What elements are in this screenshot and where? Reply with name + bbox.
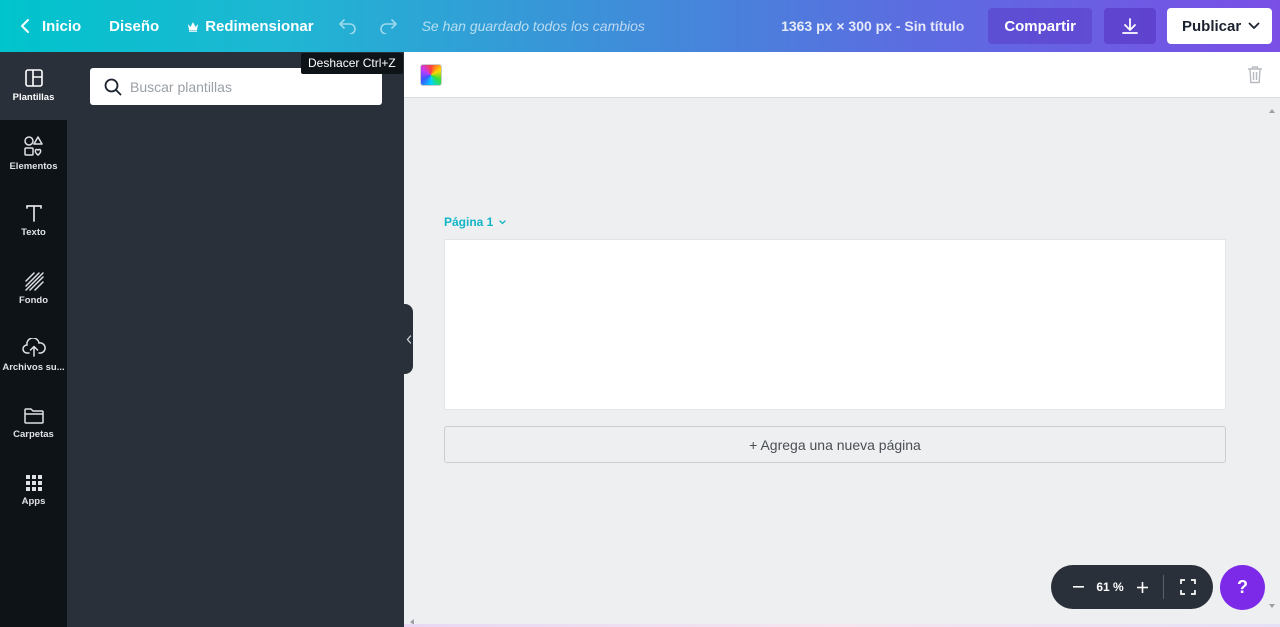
undo-tooltip: Deshacer Ctrl+Z	[301, 53, 403, 74]
undo-icon	[338, 19, 356, 34]
share-button[interactable]: Compartir	[988, 8, 1092, 44]
rail-item-apps[interactable]: Apps	[0, 457, 67, 525]
scroll-up-arrow[interactable]	[1268, 101, 1276, 119]
rail-label-text: Texto	[21, 227, 46, 239]
fullscreen-icon	[1180, 579, 1196, 595]
apps-icon	[25, 475, 42, 492]
rail-item-background[interactable]: Fondo	[0, 255, 67, 323]
left-rail: Plantillas Elementos Texto Fondo Archivo…	[0, 52, 67, 627]
folder-icon	[23, 408, 44, 424]
search-icon	[104, 78, 122, 95]
rail-label-templates: Plantillas	[12, 92, 55, 104]
upload-icon	[21, 338, 46, 357]
rail-item-folders[interactable]: Carpetas	[0, 390, 67, 458]
zoom-in-button[interactable]	[1129, 574, 1155, 600]
chevron-down-icon	[499, 219, 507, 224]
triangle-up-icon	[1269, 109, 1275, 113]
zoom-level[interactable]: 61 %	[1091, 580, 1129, 594]
document-info[interactable]: 1363 px × 300 px - Sin título	[781, 18, 964, 34]
top-bar: Inicio Diseño Redimensionar Se han guard…	[0, 0, 1280, 52]
templates-panel	[67, 52, 404, 627]
help-button[interactable]: ?	[1220, 565, 1265, 610]
editor-toolbar	[404, 52, 1280, 98]
rail-item-templates[interactable]: Plantillas	[0, 52, 67, 120]
zoom-control: 61 %	[1051, 565, 1213, 609]
undo-button[interactable]	[328, 0, 368, 52]
rail-label-apps: Apps	[21, 496, 46, 508]
home-label: Inicio	[42, 17, 82, 35]
panel-collapse-handle[interactable]	[404, 304, 413, 374]
rail-label-uploads: Archivos su...	[2, 362, 65, 374]
page-label[interactable]: Página 1	[444, 215, 507, 229]
rail-item-uploads[interactable]: Archivos su...	[0, 322, 67, 390]
scroll-down-arrow[interactable]	[1268, 596, 1276, 614]
templates-icon	[24, 69, 43, 88]
page-label-text: Página 1	[444, 215, 494, 229]
background-color-picker[interactable]	[420, 64, 442, 86]
fullscreen-button[interactable]	[1174, 573, 1202, 601]
add-page-button[interactable]: + Agrega una nueva página	[444, 426, 1226, 463]
rail-item-text[interactable]: Texto	[0, 187, 67, 255]
triangle-down-icon	[1269, 604, 1275, 608]
rail-item-elements[interactable]: Elementos	[0, 120, 67, 188]
saved-status: Se han guardado todos los cambios	[421, 18, 645, 34]
resize-label: Redimensionar	[205, 17, 314, 35]
publish-button[interactable]: Publicar	[1167, 8, 1272, 44]
design-menu-button[interactable]: Diseño	[95, 0, 173, 52]
home-button[interactable]: Inicio	[0, 0, 95, 52]
plus-icon	[1136, 581, 1148, 593]
chevron-down-icon	[1248, 22, 1260, 29]
elements-icon	[23, 136, 43, 156]
design-page-canvas[interactable]	[444, 239, 1226, 410]
background-icon	[24, 272, 44, 291]
chevron-left-icon	[21, 19, 29, 33]
text-icon	[25, 205, 42, 223]
minus-icon	[1072, 586, 1084, 588]
download-button[interactable]	[1104, 8, 1156, 44]
rail-label-elements: Elementos	[9, 160, 58, 172]
chevron-left-icon	[406, 334, 411, 344]
resize-button[interactable]: Redimensionar	[173, 0, 327, 52]
redo-icon	[379, 19, 397, 34]
publish-label: Publicar	[1182, 17, 1242, 35]
crown-icon	[188, 21, 199, 32]
trash-icon	[1248, 66, 1262, 84]
rail-label-background: Fondo	[18, 294, 48, 306]
delete-page-button[interactable]	[1247, 65, 1263, 89]
design-label: Diseño	[109, 17, 160, 35]
download-icon	[1122, 18, 1138, 34]
zoom-divider	[1163, 575, 1164, 599]
rail-label-folders: Carpetas	[13, 428, 54, 440]
zoom-out-button[interactable]	[1065, 574, 1091, 600]
search-input[interactable]	[130, 78, 370, 95]
redo-button[interactable]	[368, 0, 408, 52]
